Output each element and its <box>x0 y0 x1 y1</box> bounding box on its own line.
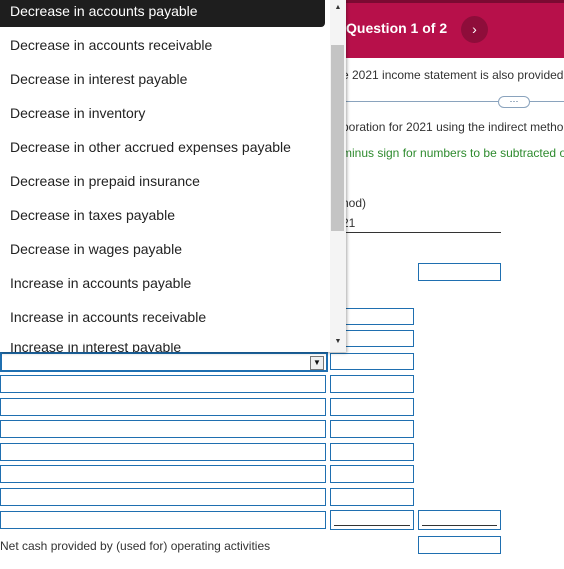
next-question-button[interactable]: › <box>461 16 488 43</box>
dropdown-option[interactable]: Increase in interest payable <box>0 343 328 352</box>
adjustment-dropdown-list: Decrease in accounts payable Decrease in… <box>0 0 346 352</box>
amount-input-7[interactable] <box>330 443 414 461</box>
expand-button[interactable]: ⋯ <box>498 96 530 108</box>
adjustment-select[interactable]: ▼ <box>0 352 328 372</box>
dropdown-option[interactable]: Decrease in wages payable <box>0 232 328 266</box>
scroll-up-icon[interactable]: ▲ <box>330 0 346 16</box>
question-header: Question 1 of 2 › <box>341 0 564 58</box>
amount-input-4[interactable] <box>330 375 414 393</box>
dropdown-option-label: Increase in interest payable <box>10 343 182 352</box>
description-field-6[interactable] <box>0 488 326 506</box>
instruction-line-1: e 2021 income statement is also provided… <box>342 68 564 82</box>
dropdown-option[interactable]: Increase in accounts payable <box>0 266 328 300</box>
description-field-2[interactable] <box>0 398 326 416</box>
amount-input-6[interactable] <box>330 420 414 438</box>
dropdown-scroll-thumb[interactable] <box>331 45 344 231</box>
dropdown-option[interactable]: Decrease in prepaid insurance <box>0 164 328 198</box>
dropdown-option[interactable]: Decrease in interest payable <box>0 62 328 96</box>
amount-input-3[interactable] <box>330 353 414 370</box>
question-counter: Question 1 of 2 <box>346 20 448 36</box>
header-top-line <box>341 0 564 3</box>
net-cash-input[interactable] <box>418 536 501 554</box>
description-field-7[interactable] <box>0 511 326 529</box>
divider-right <box>530 101 564 102</box>
description-field-1[interactable] <box>0 375 326 393</box>
dropdown-option[interactable]: Increase in accounts receivable <box>0 300 328 334</box>
net-cash-label: Net cash provided by (used for) operatin… <box>0 539 271 553</box>
amount-input-total-adjustments[interactable] <box>418 510 501 530</box>
column-header-underline <box>345 232 501 233</box>
chevron-right-icon: › <box>472 21 477 37</box>
description-field-4[interactable] <box>0 443 326 461</box>
description-field-3[interactable] <box>0 420 326 438</box>
amount-input-8[interactable] <box>330 465 414 483</box>
dropdown-option[interactable]: Decrease in accounts receivable <box>0 28 328 62</box>
description-field-5[interactable] <box>0 465 326 483</box>
ellipsis-icon: ⋯ <box>509 96 519 106</box>
dropdown-option[interactable]: Decrease in accounts payable <box>0 0 325 27</box>
amount-input-subtotal[interactable] <box>330 510 414 530</box>
dropdown-option[interactable]: Decrease in other accrued expenses payab… <box>0 130 328 164</box>
dropdown-option[interactable]: Decrease in taxes payable <box>0 198 328 232</box>
scroll-down-icon[interactable]: ▼ <box>330 334 346 350</box>
instruction-line-2: poration for 2021 using the indirect met… <box>342 120 564 134</box>
amount-input-5[interactable] <box>330 398 414 416</box>
instruction-line-3: minus sign for numbers to be subtracted … <box>342 146 564 160</box>
dropdown-option[interactable]: Decrease in inventory <box>0 96 328 130</box>
dropdown-arrow-icon[interactable]: ▼ <box>310 356 324 370</box>
amount-input-9[interactable] <box>330 488 414 506</box>
divider-left <box>345 101 498 102</box>
amount-input-total-top[interactable] <box>418 263 501 281</box>
